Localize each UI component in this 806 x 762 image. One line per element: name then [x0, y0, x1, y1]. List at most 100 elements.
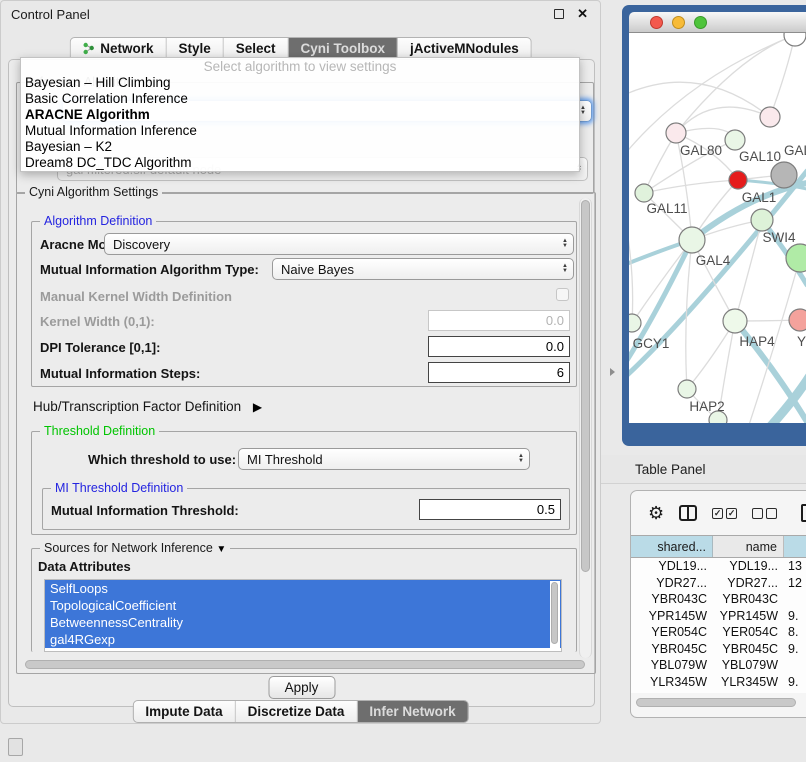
- kernel-width-field[interactable]: 0.0: [428, 310, 570, 331]
- tab-network[interactable]: Network: [70, 38, 166, 59]
- right-region: GAL80 GAL10 GAL1 GAL11 SWI4 GAL4 GCY1 HA…: [601, 0, 806, 762]
- close-icon[interactable]: ✕: [577, 9, 588, 19]
- node-gal4[interactable]: [679, 227, 705, 253]
- node-swi4[interactable]: [751, 209, 773, 231]
- manual-kernel-label: Manual Kernel Width Definition: [40, 289, 232, 304]
- gear-icon[interactable]: ⚙: [648, 504, 664, 522]
- tab-select[interactable]: Select: [224, 38, 289, 59]
- table-row[interactable]: YDR27... YDR27... 12: [631, 575, 806, 592]
- tab-discretize-data[interactable]: Discretize Data: [236, 701, 358, 722]
- table-row[interactable]: YIL052C YIL052C 9.: [631, 690, 806, 693]
- node-gal10[interactable]: [725, 130, 745, 150]
- dpi-tolerance-field[interactable]: 0.0: [428, 336, 570, 357]
- aracne-mode-value: Discovery: [113, 237, 557, 252]
- attribute-item[interactable]: BetweennessCentrality: [45, 614, 561, 631]
- network-canvas[interactable]: GAL80 GAL10 GAL1 GAL11 SWI4 GAL4 GCY1 HA…: [629, 33, 806, 423]
- node-green-large[interactable]: [786, 244, 806, 272]
- mi-steps-field[interactable]: 6: [428, 362, 570, 383]
- sources-title-text: Sources for Network Inference: [44, 541, 213, 555]
- cell: YBR043C: [713, 591, 784, 608]
- table-horizontal-scrollbar-thumb[interactable]: [636, 698, 796, 707]
- node-gal-cut[interactable]: [760, 107, 780, 127]
- table-horizontal-scrollbar[interactable]: [631, 697, 806, 711]
- node-gray[interactable]: [771, 162, 797, 188]
- table-row[interactable]: YBR045C YBR045C 9.: [631, 641, 806, 658]
- manual-kernel-checkbox[interactable]: [556, 288, 569, 301]
- mi-threshold-field[interactable]: 0.5: [419, 499, 561, 520]
- attributes-list-scrollbar[interactable]: [550, 581, 560, 650]
- settings-vertical-scrollbar[interactable]: [579, 198, 592, 658]
- unchecked-box-icon: [752, 508, 763, 519]
- cell: YDL19...: [631, 558, 713, 575]
- table-function-icon[interactable]: [801, 504, 806, 522]
- algorithm-option[interactable]: Bayesian – K2: [21, 139, 579, 155]
- which-threshold-combobox[interactable]: MI Threshold ▲▼: [238, 448, 530, 470]
- dock-button[interactable]: [8, 738, 23, 756]
- node-unlabeled[interactable]: [784, 33, 806, 46]
- close-traffic-light-icon[interactable]: [650, 16, 663, 29]
- algorithm-option[interactable]: Basic Correlation Inference: [21, 91, 579, 107]
- minimize-traffic-light-icon[interactable]: [672, 16, 685, 29]
- zoom-traffic-light-icon[interactable]: [694, 16, 707, 29]
- cell: YER054C: [631, 624, 713, 641]
- settings-vertical-scrollbar-thumb[interactable]: [581, 200, 590, 572]
- node-gal80[interactable]: [666, 123, 686, 143]
- attributes-list-scrollbar-thumb[interactable]: [551, 582, 558, 644]
- stepper-down-icon: ▼: [518, 459, 524, 464]
- attribute-item[interactable]: TopologicalCoefficient: [45, 597, 561, 614]
- float-window-icon[interactable]: [554, 9, 564, 19]
- node-gal11[interactable]: [635, 184, 653, 202]
- table-row[interactable]: YPR145W YPR145W 9.: [631, 608, 806, 625]
- column-header-shared-name[interactable]: shared...: [631, 536, 713, 557]
- column-layout-icon[interactable]: [679, 505, 697, 521]
- node-hap2[interactable]: [678, 380, 696, 398]
- tab-cyni-toolbox-label: Cyni Toolbox: [301, 41, 386, 56]
- tab-infer-network[interactable]: Infer Network: [357, 701, 467, 722]
- select-all-icon[interactable]: ✓ ✓: [712, 508, 737, 519]
- tab-jactivemnodules[interactable]: jActiveMNodules: [398, 38, 531, 59]
- tab-impute-data[interactable]: Impute Data: [133, 701, 235, 722]
- combo-stepper-icon: ▲▼: [513, 454, 529, 464]
- tab-cyni-toolbox[interactable]: Cyni Toolbox: [289, 38, 399, 59]
- node-gcy1[interactable]: [629, 314, 641, 332]
- algorithm-option-selected[interactable]: ARACNE Algorithm: [21, 107, 579, 123]
- node-gal1-red[interactable]: [729, 171, 747, 189]
- stepper-down-icon: ▼: [580, 111, 586, 116]
- column-header-cut[interactable]: [784, 536, 806, 557]
- expand-right-icon[interactable]: ▶: [253, 400, 262, 414]
- algorithm-option[interactable]: Bayesian – Hill Climbing: [21, 75, 579, 91]
- attribute-item[interactable]: SelfLoops: [45, 580, 561, 597]
- cell: YER054C: [713, 624, 784, 641]
- control-panel-titlebar: Control Panel ✕: [1, 1, 600, 27]
- algorithm-option[interactable]: Dream8 DC_TDC Algorithm: [21, 155, 579, 171]
- table-row[interactable]: YER054C YER054C 8.: [631, 624, 806, 641]
- algorithm-dropdown-popup: Select algorithm to view settings Bayesi…: [20, 57, 580, 172]
- settings-horizontal-scrollbar[interactable]: [25, 660, 585, 669]
- tab-select-label: Select: [236, 41, 276, 56]
- sources-group-title: Sources for Network Inference ▼: [40, 541, 230, 555]
- cell: YIL052C: [631, 690, 713, 693]
- cell: YBR045C: [713, 641, 784, 658]
- column-header-name[interactable]: name: [713, 536, 784, 557]
- collapse-down-icon[interactable]: ▼: [216, 544, 226, 555]
- apply-button[interactable]: Apply: [268, 676, 335, 699]
- splitter-collapse-icon[interactable]: [610, 368, 615, 376]
- table-row[interactable]: YBL079W YBL079W: [631, 657, 806, 674]
- node-hap4[interactable]: [723, 309, 747, 333]
- hub-definition-expander[interactable]: Hub/Transcription Factor Definition ▶: [33, 399, 262, 414]
- algorithm-option[interactable]: Mutual Information Inference: [21, 123, 579, 139]
- table-row[interactable]: YBR043C YBR043C: [631, 591, 806, 608]
- node-salmon[interactable]: [789, 309, 806, 331]
- mi-type-combobox[interactable]: Naive Bayes ▲▼: [272, 258, 574, 280]
- control-panel-tabbar: Network Style Select Cyni Toolbox jActiv…: [69, 37, 532, 59]
- table-row[interactable]: YDL19... YDL19... 13: [631, 558, 806, 575]
- attribute-item[interactable]: gal4RGexp: [45, 631, 561, 648]
- table-row[interactable]: YLR345W YLR345W 9.: [631, 674, 806, 691]
- aracne-mode-combobox[interactable]: Discovery ▲▼: [104, 233, 574, 255]
- tab-style[interactable]: Style: [166, 38, 223, 59]
- cyni-bottom-tabbar: Impute Data Discretize Data Infer Networ…: [132, 700, 468, 723]
- data-attributes-list: SelfLoops TopologicalCoefficient Between…: [44, 579, 562, 652]
- deselect-all-icon[interactable]: [752, 508, 777, 519]
- data-attributes-label: Data Attributes: [38, 559, 131, 574]
- cell: YLR345W: [713, 674, 784, 691]
